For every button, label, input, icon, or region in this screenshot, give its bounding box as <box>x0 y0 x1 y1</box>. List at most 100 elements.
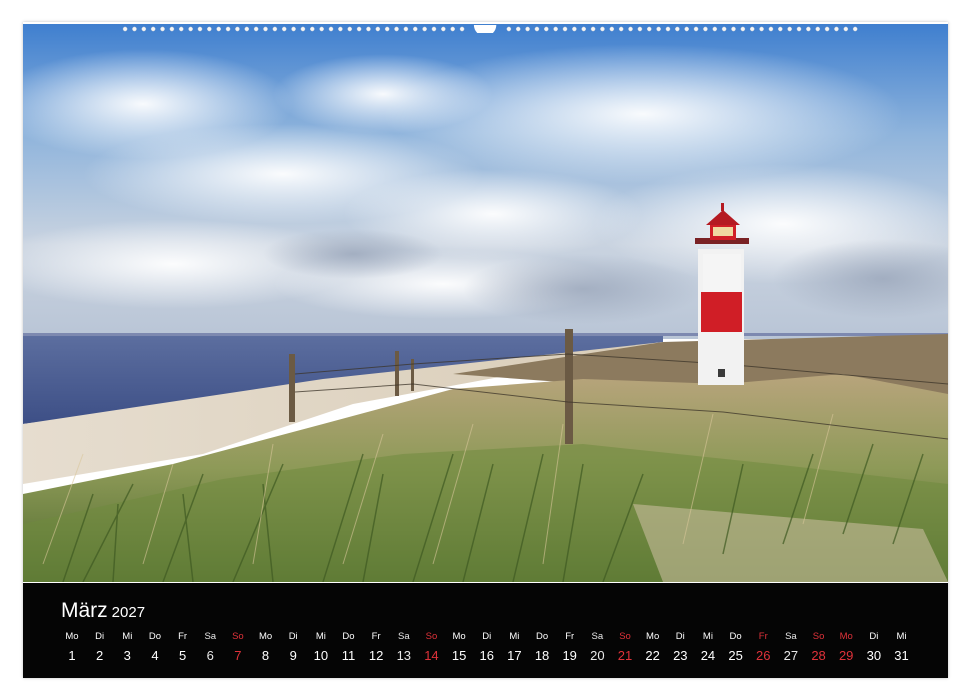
binding-hole <box>356 26 362 32</box>
binding-hole <box>824 26 830 32</box>
day-grid: Mo 1 Di 2 Mi 3 Do 4 Fr 5 Sa 6 So 7 Mo 8 Di 9 Mi 10 Do 11 Fr 12 S… <box>58 631 938 671</box>
day-cell: So 28 <box>805 631 833 664</box>
binding-hole <box>207 26 212 32</box>
day-number: 16 <box>479 648 494 663</box>
binding-hole <box>693 26 699 32</box>
binding-hole <box>281 26 287 32</box>
weekday-label: Mi <box>896 631 907 642</box>
weekday-label: Mo <box>258 631 273 642</box>
binding-hole <box>778 26 783 32</box>
binding-hole <box>740 26 746 32</box>
day-cell: Mi 31 <box>888 631 916 664</box>
day-cell: Mo 22 <box>639 631 667 664</box>
weekday-label: Di <box>869 631 879 642</box>
day-cell: Mo 8 <box>252 631 280 664</box>
day-cell: Fr 26 <box>749 631 777 664</box>
day-cell: Mo 29 <box>832 631 860 664</box>
month-title: März 2027 <box>61 599 145 623</box>
binding-hole <box>150 26 156 32</box>
binding-hole <box>834 26 839 32</box>
binding-hole <box>347 26 353 32</box>
day-number: 31 <box>894 648 909 663</box>
binding-hole <box>843 26 849 32</box>
spiral-binding <box>122 25 858 33</box>
binding-hole <box>656 26 661 32</box>
weekday-label: So <box>812 631 825 642</box>
binding-hole <box>272 26 278 32</box>
binding-hole <box>253 26 259 32</box>
weekday-label: Mi <box>315 631 326 642</box>
day-cell: Sa 13 <box>390 631 418 664</box>
weekday-label: Di <box>288 631 298 642</box>
weekday-label: So <box>425 631 438 642</box>
weekday-label: Di <box>482 631 492 642</box>
binding-hole <box>646 26 652 32</box>
weekday-label: Mi <box>702 631 713 642</box>
day-cell: Sa 6 <box>196 631 224 664</box>
day-number: 5 <box>178 648 187 663</box>
binding-hole <box>534 26 540 32</box>
day-number: 21 <box>617 648 633 663</box>
day-number: 7 <box>234 648 242 663</box>
day-number: 17 <box>507 648 522 663</box>
weekday-label: Do <box>535 631 549 642</box>
weekday-label: Fr <box>178 631 188 642</box>
binding-hole <box>338 26 343 32</box>
binding-hole <box>703 26 708 32</box>
binding-hole <box>544 26 549 32</box>
binding-hole <box>431 26 437 32</box>
day-cell: Fr 12 <box>362 631 390 664</box>
binding-hole <box>506 26 512 32</box>
weekday-label: Mo <box>646 631 660 642</box>
binding-hole <box>562 26 568 32</box>
day-number: 27 <box>783 648 799 663</box>
binding-hole <box>422 26 427 32</box>
binding-hole <box>815 26 821 32</box>
binding-hole <box>244 26 250 32</box>
binding-hole <box>141 26 147 32</box>
binding-hole <box>235 26 240 32</box>
day-number: 3 <box>123 648 131 663</box>
day-number: 19 <box>562 648 577 663</box>
binding-hole <box>675 26 680 32</box>
binding-hole <box>806 26 811 32</box>
binding-hole <box>731 26 736 32</box>
binding-hole <box>459 26 465 32</box>
binding-hole <box>375 26 381 32</box>
weekday-label: Sa <box>591 631 604 642</box>
weekday-label: Di <box>675 631 685 642</box>
binding-hole <box>628 26 633 32</box>
day-number: 1 <box>68 648 76 663</box>
day-cell: Di 30 <box>860 631 888 664</box>
binding-hole <box>581 26 587 32</box>
binding-hole <box>300 26 306 32</box>
binding-hole <box>132 26 137 32</box>
day-cell: Di 9 <box>279 631 307 664</box>
day-cell: Fr 19 <box>556 631 584 664</box>
weekday-label: Mo <box>65 631 79 642</box>
binding-hole <box>412 26 418 32</box>
day-number: 18 <box>534 648 550 663</box>
day-number: 10 <box>313 648 329 663</box>
binding-hole <box>712 26 718 32</box>
day-cell: Do 11 <box>335 631 363 664</box>
binding-hole <box>310 26 315 32</box>
weekday-label: Fr <box>565 631 575 642</box>
day-number: 25 <box>728 648 743 663</box>
binding-hole <box>618 26 624 32</box>
day-number: 11 <box>341 648 356 663</box>
day-number: 13 <box>396 648 412 663</box>
binding-hole <box>178 26 184 32</box>
binding-hole <box>600 26 605 32</box>
weekday-label: Di <box>95 631 105 642</box>
day-number: 2 <box>96 648 104 663</box>
day-cell: Mi 17 <box>500 631 528 664</box>
binding-hole <box>188 26 193 32</box>
day-cell: Do 25 <box>722 631 750 664</box>
calendar-strip: März 2027 Mo 1 Di 2 Mi 3 Do 4 Fr 5 Sa 6 So 7 Mo 8 Di 9 Mi 10… <box>23 583 948 678</box>
weekday-label: Mo <box>839 631 853 642</box>
binding-hole <box>525 26 530 32</box>
weekday-label: Sa <box>397 631 410 642</box>
weekday-label: Fr <box>758 631 768 642</box>
day-number: 8 <box>261 648 270 663</box>
